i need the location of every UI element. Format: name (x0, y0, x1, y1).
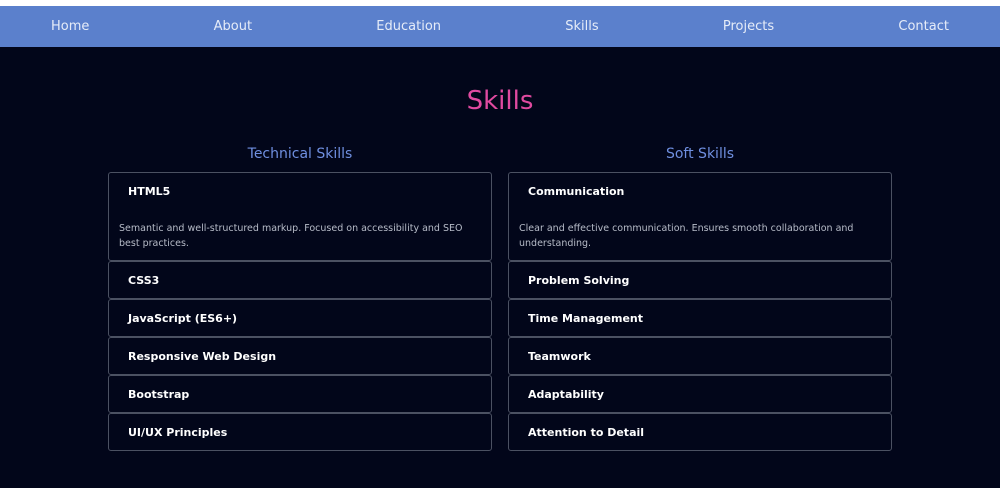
soft-skills-column: Soft Skills Communication Clear and effe… (508, 144, 892, 451)
skill-title: UI/UX Principles (128, 425, 228, 439)
page-title: Skills (466, 86, 534, 116)
skill-card-javascript[interactable]: JavaScript (ES6+) (108, 299, 492, 337)
nav-link-education[interactable]: Education (376, 19, 441, 34)
skill-card-communication[interactable]: Communication Clear and effective commun… (508, 172, 892, 261)
skill-card-adaptability[interactable]: Adaptability (508, 375, 892, 413)
skill-title: HTML5 (128, 185, 171, 198)
nav-link-about[interactable]: About (214, 19, 252, 34)
skill-card-ui-ux-principles[interactable]: UI/UX Principles (108, 413, 492, 451)
nav-link-home[interactable]: Home (51, 19, 89, 34)
skill-title: JavaScript (ES6+) (128, 311, 238, 325)
skill-title: Bootstrap (128, 387, 190, 401)
top-navbar: Home About Education Skills Projects Con… (0, 6, 1000, 47)
technical-skills-column: Technical Skills HTML5 Semantic and well… (108, 144, 492, 451)
skill-title: Problem Solving (528, 273, 630, 287)
skill-card-bootstrap[interactable]: Bootstrap (108, 375, 492, 413)
skill-title: CSS3 (128, 273, 160, 287)
skill-title: Adaptability (528, 387, 604, 401)
technical-skills-list: HTML5 Semantic and well-structured marku… (108, 172, 492, 451)
nav-link-skills[interactable]: Skills (565, 19, 598, 34)
skill-description: Clear and effective communication. Ensur… (519, 223, 854, 249)
skill-title: Attention to Detail (528, 425, 645, 439)
nav-link-projects[interactable]: Projects (723, 19, 774, 34)
soft-skills-list: Communication Clear and effective commun… (508, 172, 892, 451)
nav-link-contact[interactable]: Contact (898, 19, 949, 34)
skill-card-html5[interactable]: HTML5 Semantic and well-structured marku… (108, 172, 492, 261)
skill-title: Communication (528, 185, 625, 198)
skill-card-responsive-web-design[interactable]: Responsive Web Design (108, 337, 492, 375)
soft-skills-heading: Soft Skills (665, 146, 735, 162)
skill-card-time-management[interactable]: Time Management (508, 299, 892, 337)
skill-description: Semantic and well-structured markup. Foc… (119, 223, 463, 249)
technical-skills-heading: Technical Skills (247, 146, 353, 162)
skill-title: Responsive Web Design (128, 349, 277, 363)
skill-card-teamwork[interactable]: Teamwork (508, 337, 892, 375)
skill-card-problem-solving[interactable]: Problem Solving (508, 261, 892, 299)
skill-card-css3[interactable]: CSS3 (108, 261, 492, 299)
skill-card-attention-to-detail[interactable]: Attention to Detail (508, 413, 892, 451)
skill-title: Teamwork (528, 349, 591, 363)
skill-title: Time Management (528, 311, 643, 325)
